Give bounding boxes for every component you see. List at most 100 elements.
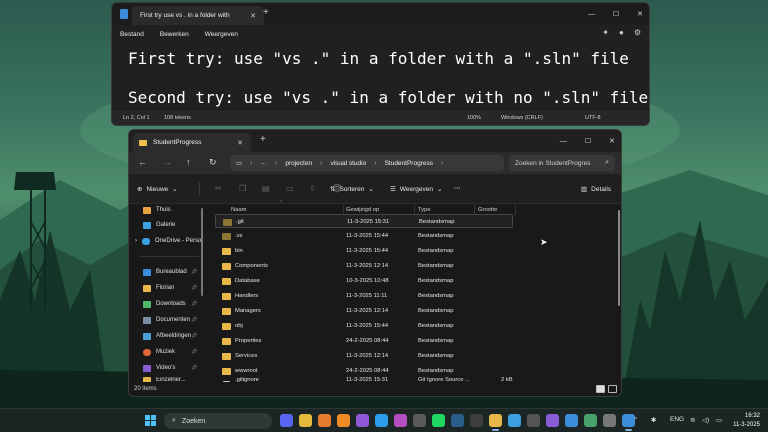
close-icon[interactable]: ✕ <box>250 12 256 20</box>
minimize-icon[interactable]: — <box>588 11 595 18</box>
chevron-up-icon[interactable]: ⌃ <box>633 416 638 424</box>
explorer-titlebar[interactable]: StudentProgress ✕ + — ☐ ✕ <box>129 130 621 152</box>
start-button[interactable] <box>145 415 156 426</box>
steam-icon[interactable] <box>451 414 464 427</box>
chevron-right-icon[interactable]: › <box>275 160 277 167</box>
spotify-icon[interactable] <box>432 414 445 427</box>
details-view-icon[interactable] <box>596 385 605 393</box>
chevron-right-icon[interactable]: › <box>374 160 376 167</box>
notepad-window[interactable]: First try use vs . in a folder with ✕ + … <box>111 2 650 126</box>
sidebar-item-afbeeldingen[interactable]: Afbeeldingen <box>143 330 191 342</box>
paste-icon[interactable]: ▤ <box>262 184 270 193</box>
breadcrumb-visual-studio[interactable]: visual studio <box>330 160 366 167</box>
copilot-icon[interactable]: ✦ <box>602 28 609 37</box>
vlc-icon[interactable] <box>337 414 350 427</box>
volume-icon[interactable]: ◁) <box>702 416 709 424</box>
vscode-icon[interactable] <box>375 414 388 427</box>
table-row[interactable]: obj 11-3-2025 15:44 Bestandsmap <box>215 319 513 333</box>
line-ending[interactable]: Windows (CRLF) <box>501 115 543 121</box>
explorer-tab[interactable]: StudentProgress ✕ <box>133 133 251 152</box>
taskbar-search[interactable]: ⌕ Zoeken <box>164 413 272 429</box>
breadcrumb-studentprogress[interactable]: StudentProgress <box>385 160 433 167</box>
chevron-right-icon[interactable]: › <box>250 160 252 167</box>
close-window-icon[interactable]: ✕ <box>637 10 643 18</box>
terminal-icon[interactable] <box>527 414 540 427</box>
maximize-icon[interactable]: ☐ <box>585 137 591 145</box>
close-icon[interactable]: ✕ <box>237 139 243 147</box>
bluetooth-icon[interactable]: ✱ <box>651 416 656 424</box>
rename-icon[interactable]: ▭ <box>286 184 294 193</box>
zoom-level[interactable]: 100% <box>467 115 481 121</box>
file-list-scrollbar[interactable] <box>618 210 620 306</box>
copy-icon[interactable]: ❐ <box>239 184 246 193</box>
account-icon[interactable]: ● <box>619 28 624 37</box>
pin-icon[interactable]: 📌︎ <box>191 285 197 291</box>
view-button[interactable]: ☰ Weergeven ⌄ <box>390 185 442 194</box>
search-input[interactable]: Zoeken in StudentProgres ⌕ <box>509 155 615 171</box>
menu-bewerken[interactable]: Bewerken <box>160 31 189 38</box>
new-tab-button[interactable]: + <box>260 134 266 145</box>
sidebar-item-documenten[interactable]: Documenten <box>143 314 190 326</box>
sidebar-item-florian[interactable]: Florian <box>143 282 174 294</box>
system-clock[interactable]: 16:32 11-3-2025 <box>733 412 760 430</box>
close-window-icon[interactable]: ✕ <box>609 137 615 145</box>
share-icon[interactable]: ⇪ <box>309 184 316 193</box>
pin-icon[interactable]: 📌︎ <box>191 333 197 339</box>
sidebar-item-downloads[interactable]: Downloads <box>143 298 186 310</box>
devtool-icon[interactable] <box>584 414 597 427</box>
snipping-icon[interactable] <box>565 414 578 427</box>
table-row[interactable]: Managers 11-3-2025 12:14 Bestandsmap <box>215 304 513 318</box>
forward-arrow-icon[interactable]: → <box>163 157 172 167</box>
sidebar-item-bureaublad[interactable]: Bureaublad <box>143 266 187 278</box>
table-row[interactable]: .git 11-3-2025 15:31 Bestandsmap <box>215 214 513 228</box>
sidebar-item-muziek[interactable]: Muziek <box>143 346 175 358</box>
sidebar-item-thuis[interactable]: Thuis <box>143 204 171 216</box>
table-row[interactable]: Components 11-3-2025 12:14 Bestandsmap <box>215 259 513 273</box>
notepad-titlebar[interactable]: First try use vs . in a folder with ✕ + … <box>112 3 649 25</box>
tiles-view-icon[interactable] <box>608 385 617 393</box>
new-tab-button[interactable]: + <box>263 7 269 18</box>
settings-gear-icon[interactable]: ⚙ <box>634 28 641 37</box>
chevron-right-icon[interactable]: › <box>320 160 322 167</box>
cut-icon[interactable]: ✂ <box>215 184 222 193</box>
pin-icon[interactable]: 📌︎ <box>191 301 197 307</box>
table-row[interactable]: Properties 24-2-2025 08:44 Bestandsmap <box>215 334 513 348</box>
encoding[interactable]: UTF-8 <box>585 115 601 121</box>
app-store-icon[interactable] <box>508 414 521 427</box>
table-row[interactable]: bin 11-3-2025 15:44 Bestandsmap <box>215 244 513 258</box>
sort-button[interactable]: ⇅ Sorteren ⌄ <box>330 185 374 194</box>
github-icon[interactable] <box>546 414 559 427</box>
table-row[interactable]: Handlers 11-3-2025 11:11 Bestandsmap <box>215 289 513 303</box>
details-button[interactable]: ▥ Details <box>581 185 611 194</box>
address-bar[interactable]: ▭ › ··· › projecten › visual studio › St… <box>230 155 504 171</box>
column-divider[interactable] <box>515 204 516 216</box>
sidebar-item-videos[interactable]: Video's <box>143 362 175 374</box>
discord-icon[interactable] <box>280 414 293 427</box>
menu-weergeven[interactable]: Weergeven <box>205 31 238 38</box>
pin-icon[interactable]: 📌︎ <box>191 317 197 323</box>
up-arrow-icon[interactable]: ↑ <box>186 157 191 167</box>
rider-icon[interactable] <box>394 414 407 427</box>
table-row[interactable]: Database 10-3-2025 10:48 Bestandsmap <box>215 274 513 288</box>
new-button[interactable]: ⊕ Nieuwe ⌄ <box>137 185 178 194</box>
table-row[interactable]: .vs 11-3-2025 15:44 Bestandsmap <box>215 229 513 243</box>
text-line-2[interactable]: Second try: use "vs ." in a folder with … <box>120 88 648 108</box>
battery-icon[interactable]: ▭ <box>716 416 722 424</box>
text-line-1[interactable]: First try: use "vs ." in a folder with a… <box>120 49 629 69</box>
xbox-icon[interactable] <box>470 414 483 427</box>
pin-icon[interactable]: 📌︎ <box>191 365 197 371</box>
sidebar-scrollbar[interactable] <box>201 208 203 296</box>
pin-icon[interactable]: 📌︎ <box>191 269 197 275</box>
chrome-icon[interactable] <box>299 414 312 427</box>
pin-icon[interactable]: 📌︎ <box>191 349 197 355</box>
minimize-icon[interactable]: — <box>560 138 567 145</box>
breadcrumb-more-icon[interactable]: ··· <box>261 160 268 167</box>
notes-icon[interactable] <box>413 414 426 427</box>
refresh-icon[interactable]: ↻ <box>209 157 217 168</box>
chevron-right-icon[interactable]: › <box>135 238 137 244</box>
more-options-button[interactable]: ··· <box>454 185 461 192</box>
visual-studio-icon[interactable] <box>356 414 369 427</box>
file-explorer-window[interactable]: StudentProgress ✕ + — ☐ ✕ ← → ↑ ↻ ▭ › ··… <box>128 129 622 397</box>
language-indicator[interactable]: ENG <box>670 416 684 423</box>
back-arrow-icon[interactable]: ← <box>138 157 147 167</box>
